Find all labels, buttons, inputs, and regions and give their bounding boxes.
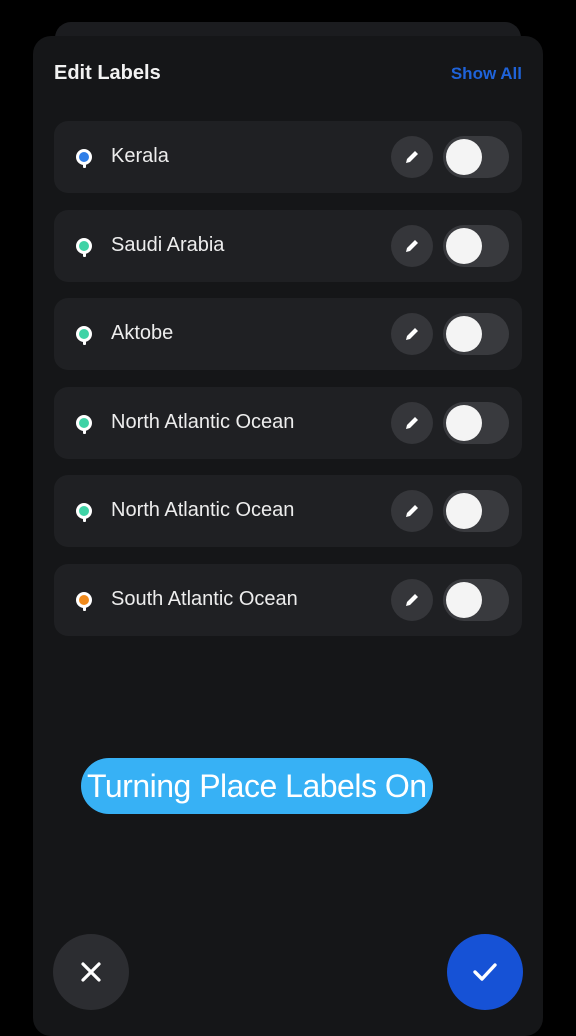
- label-visibility-toggle[interactable]: [443, 224, 509, 267]
- location-marker-icon: [76, 149, 92, 168]
- pencil-icon: [406, 151, 418, 163]
- edit-label-button[interactable]: [391, 490, 433, 532]
- label-visibility-toggle[interactable]: [443, 401, 509, 444]
- label-row: North Atlantic Ocean: [54, 475, 522, 547]
- location-marker-icon: [76, 414, 92, 434]
- label-row: Aktobe: [54, 298, 522, 370]
- label-name: Kerala: [111, 145, 169, 167]
- cancel-button[interactable]: [53, 934, 129, 1010]
- location-marker-icon: [76, 237, 92, 257]
- checkmark-icon: [473, 963, 497, 981]
- label-name: North Atlantic Ocean: [111, 410, 295, 433]
- pencil-icon: [406, 328, 418, 340]
- toggle-knob: [446, 404, 482, 441]
- close-icon: [81, 962, 101, 982]
- pencil-icon: [406, 416, 418, 429]
- toggle-knob: [446, 139, 482, 175]
- label-row: North Atlantic Ocean: [54, 386, 522, 459]
- toggle-knob: [446, 316, 482, 352]
- confirm-button[interactable]: [447, 934, 523, 1010]
- edit-label-button[interactable]: [391, 136, 433, 178]
- label-name: Saudi Arabia: [111, 233, 225, 256]
- pencil-icon: [406, 239, 418, 252]
- label-name: Aktobe: [111, 322, 174, 344]
- toggle-knob: [446, 493, 482, 529]
- label-name: North Atlantic Ocean: [111, 499, 295, 521]
- location-marker-icon: [76, 503, 92, 522]
- pencil-icon: [406, 505, 418, 517]
- toggle-knob: [446, 581, 482, 618]
- toggle-knob: [446, 227, 482, 264]
- label-row: Saudi Arabia: [54, 209, 522, 282]
- label-visibility-toggle[interactable]: [443, 578, 509, 621]
- label-visibility-toggle[interactable]: [443, 490, 509, 532]
- label-visibility-toggle[interactable]: [443, 313, 509, 355]
- label-row: South Atlantic Ocean: [54, 563, 522, 636]
- label-name: South Atlantic Ocean: [111, 587, 298, 610]
- label-list: Kerala Saudi Arabia Aktobe North Atlanti…: [54, 121, 522, 652]
- video-caption: Turning Place Labels On: [81, 758, 433, 814]
- show-all-button[interactable]: Show All: [451, 64, 522, 84]
- edit-label-button[interactable]: [391, 313, 433, 355]
- edit-label-button[interactable]: [391, 401, 433, 444]
- location-marker-icon: [76, 591, 92, 611]
- location-marker-icon: [76, 326, 92, 345]
- sheet-title: Edit Labels: [54, 62, 161, 84]
- label-visibility-toggle[interactable]: [443, 136, 509, 178]
- label-row: Kerala: [54, 121, 522, 193]
- edit-label-button[interactable]: [391, 224, 433, 267]
- pencil-icon: [406, 593, 418, 606]
- edit-label-button[interactable]: [391, 578, 433, 621]
